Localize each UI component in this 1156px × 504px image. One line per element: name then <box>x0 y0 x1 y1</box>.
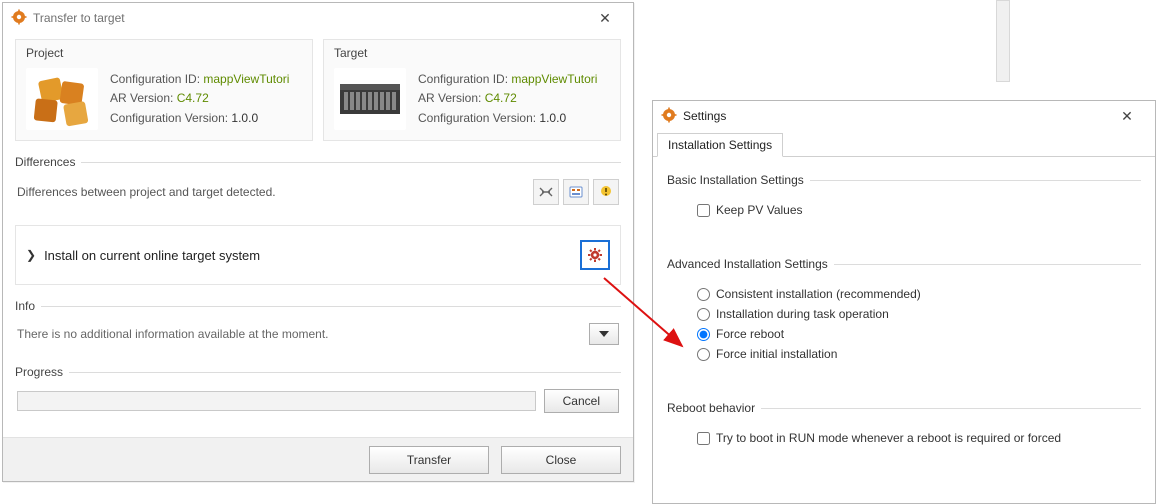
try-run-label: Try to boot in RUN mode whenever a reboo… <box>716 431 1061 445</box>
tab-installation-settings[interactable]: Installation Settings <box>657 133 783 157</box>
differences-section: Differences Differences between project … <box>15 155 621 211</box>
project-conf-ver-label: Configuration Version: <box>110 111 228 125</box>
force-reboot-label: Force reboot <box>716 327 784 341</box>
project-ar-version: C4.72 <box>177 91 209 105</box>
install-text: Install on current online target system <box>44 248 580 263</box>
diff-warn-button[interactable] <box>593 179 619 205</box>
differences-legend: Differences <box>15 155 621 169</box>
transfer-title: Transfer to target <box>33 11 585 25</box>
target-ar-label: AR Version: <box>418 91 481 105</box>
progress-legend: Progress <box>15 365 621 379</box>
target-config-id: mappViewTutori <box>511 72 597 86</box>
info-legend: Info <box>15 299 621 313</box>
target-legend: Target <box>334 46 610 60</box>
during-task-label: Installation during task operation <box>716 307 889 321</box>
basic-legend: Basic Installation Settings <box>667 173 1141 187</box>
progress-section: Progress Cancel <box>15 365 621 419</box>
close-button[interactable]: Close <box>501 446 621 474</box>
chevron-right-icon: ❯ <box>26 248 36 262</box>
target-conf-ver-label: Configuration Version: <box>418 111 536 125</box>
project-panel: Project Configuration <box>15 39 313 141</box>
target-config-id-label: Configuration ID: <box>418 72 508 86</box>
triangle-down-icon <box>599 331 609 337</box>
transfer-footer: Transfer Close <box>3 437 633 481</box>
target-thumbnail <box>334 68 406 130</box>
settings-close-button[interactable]: ✕ <box>1107 103 1147 129</box>
target-panel: Target <box>323 39 621 141</box>
diff-compare-button[interactable] <box>533 179 559 205</box>
app-icon <box>661 107 677 126</box>
consistent-radio[interactable] <box>697 288 710 301</box>
project-config-id-label: Configuration ID: <box>110 72 200 86</box>
diff-module-button[interactable] <box>563 179 589 205</box>
keep-pv-label: Keep PV Values <box>716 203 803 217</box>
transfer-titlebar[interactable]: Transfer to target ✕ <box>3 3 633 33</box>
reboot-legend: Reboot behavior <box>667 401 1141 415</box>
advanced-legend: Advanced Installation Settings <box>667 257 1141 271</box>
force-initial-label: Force initial installation <box>716 347 837 361</box>
project-thumbnail <box>26 68 98 130</box>
target-conf-ver: 1.0.0 <box>539 111 566 125</box>
app-icon <box>11 9 27 28</box>
consistent-label: Consistent installation (recommended) <box>716 287 921 301</box>
settings-dialog: Settings ✕ Installation Settings Basic I… <box>652 100 1156 504</box>
progress-bar <box>17 391 536 411</box>
transfer-dialog: Transfer to target ✕ Project <box>2 2 634 482</box>
close-icon: ✕ <box>1121 109 1133 123</box>
keep-pv-checkbox[interactable] <box>697 204 710 217</box>
install-settings-button[interactable] <box>580 240 610 270</box>
transfer-close-button[interactable]: ✕ <box>585 5 625 31</box>
try-run-checkbox[interactable] <box>697 432 710 445</box>
transfer-button[interactable]: Transfer <box>369 446 489 474</box>
settings-title: Settings <box>683 109 1107 123</box>
project-ar-label: AR Version: <box>110 91 173 105</box>
info-dropdown-button[interactable] <box>589 323 619 345</box>
info-text: There is no additional information avail… <box>17 327 589 341</box>
install-row[interactable]: ❯ Install on current online target syste… <box>15 225 621 285</box>
force-reboot-radio[interactable] <box>697 328 710 341</box>
differences-text: Differences between project and target d… <box>17 185 529 199</box>
settings-titlebar[interactable]: Settings ✕ <box>653 101 1155 131</box>
close-icon: ✕ <box>599 11 611 25</box>
during-task-radio[interactable] <box>697 308 710 321</box>
project-legend: Project <box>26 46 302 60</box>
background-scrollbar <box>996 0 1010 82</box>
project-config-id: mappViewTutori <box>203 72 289 86</box>
project-conf-ver: 1.0.0 <box>231 111 258 125</box>
target-ar-version: C4.72 <box>485 91 517 105</box>
force-initial-radio[interactable] <box>697 348 710 361</box>
cancel-button[interactable]: Cancel <box>544 389 619 413</box>
info-section: Info There is no additional information … <box>15 299 621 351</box>
settings-tabbar: Installation Settings <box>653 131 1155 157</box>
